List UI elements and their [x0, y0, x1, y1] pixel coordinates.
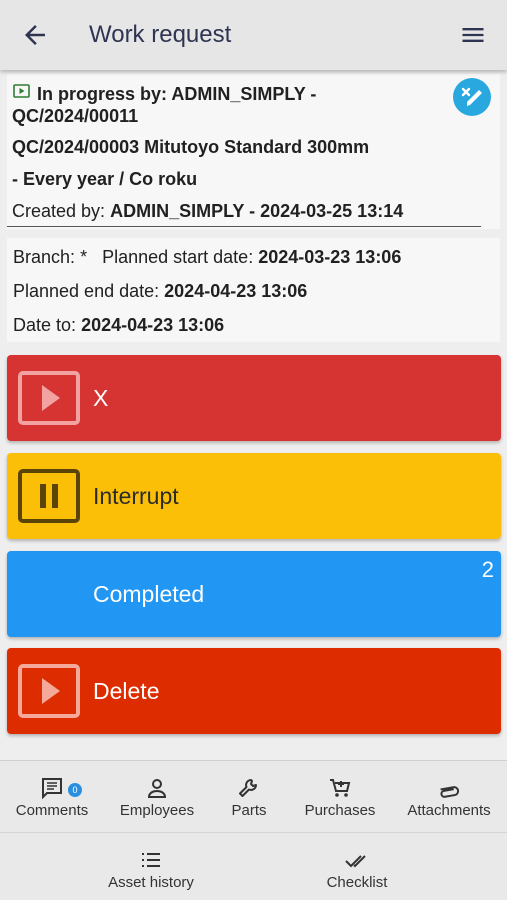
- card-divider: [7, 226, 481, 227]
- created-by-row: Created by: ADMIN_SIMPLY - 2024-03-25 13…: [12, 200, 403, 222]
- comment-icon: [42, 778, 62, 799]
- nav-checklist[interactable]: Checklist: [318, 849, 396, 891]
- page-title: Work request: [89, 21, 232, 48]
- planned-end-value: 2024-04-23 13:06: [164, 281, 308, 301]
- paperclip-icon: [440, 786, 460, 798]
- nav-purchases-label: Purchases: [304, 802, 376, 819]
- planned-start-label: Planned start date:: [102, 247, 254, 267]
- nav-parts-label: Parts: [231, 802, 267, 819]
- edit-status-badge[interactable]: [453, 78, 491, 116]
- nav-attachments-label: Attachments: [407, 802, 491, 819]
- play-icon: [18, 664, 80, 718]
- branch-label: Branch:: [13, 247, 76, 267]
- cart-icon: [330, 779, 351, 797]
- nav-employees[interactable]: Employees: [114, 777, 200, 819]
- pencil-cancel-icon: [461, 87, 482, 106]
- wrench-icon: [239, 779, 257, 797]
- completed-action-label: Completed: [93, 581, 205, 607]
- schedule-line: - Every year / Co roku: [12, 169, 198, 189]
- planned-start-value: 2024-03-23 13:06: [258, 247, 402, 267]
- branch-value: *: [80, 247, 88, 267]
- nav-comments-label: Comments: [15, 802, 89, 819]
- x-action-label: X: [93, 385, 109, 411]
- status-text: In progress by: ADMIN_SIMPLY -: [37, 84, 317, 104]
- planned-end-row: Planned end date: 2024-04-23 13:06: [13, 280, 307, 302]
- comments-count-badge: 0: [68, 783, 82, 797]
- app-bar: Work request: [0, 0, 507, 70]
- bottom-nav-row-2: Asset history Checklist: [0, 832, 507, 900]
- completed-count-badge: 2: [481, 557, 494, 582]
- branch-row: Branch: * Planned start date: 2024-03-23…: [13, 246, 401, 268]
- nav-asset-history-label: Asset history: [108, 874, 194, 891]
- request-id: QC/2024/00011: [12, 106, 139, 126]
- request-details-card: Branch: * Planned start date: 2024-03-23…: [7, 238, 500, 342]
- date-to-row: Date to: 2024-04-23 13:06: [13, 314, 224, 336]
- interrupt-action-button[interactable]: Interrupt: [7, 453, 501, 539]
- x-action-button[interactable]: X: [7, 355, 501, 441]
- delete-action-label: Delete: [93, 678, 160, 704]
- person-icon: [147, 779, 167, 798]
- pause-icon: [18, 469, 80, 523]
- interrupt-action-label: Interrupt: [93, 483, 179, 509]
- bottom-navigation: 0 Comments Employees Parts Purchases Att…: [0, 760, 507, 900]
- planned-end-label: Planned end date:: [13, 281, 160, 301]
- delete-action-button[interactable]: Delete: [7, 648, 501, 734]
- nav-purchases[interactable]: Purchases: [296, 777, 384, 819]
- back-arrow-icon[interactable]: [20, 20, 50, 50]
- double-check-icon: [345, 855, 366, 868]
- nav-attachments[interactable]: Attachments: [403, 777, 495, 819]
- list-icon: [142, 853, 160, 867]
- date-to-label: Date to:: [13, 315, 77, 335]
- nav-comments[interactable]: 0 Comments: [10, 777, 94, 819]
- asset-line: QC/2024/00003 Mitutoyo Standard 300mm: [12, 137, 370, 157]
- request-summary-card: In progress by: ADMIN_SIMPLY - QC/2024/0…: [7, 74, 500, 229]
- nav-parts[interactable]: Parts: [221, 777, 277, 819]
- created-by-label: Created by:: [12, 201, 106, 221]
- nav-asset-history[interactable]: Asset history: [100, 849, 202, 891]
- nav-checklist-label: Checklist: [326, 874, 388, 891]
- bottom-nav-row-1: 0 Comments Employees Parts Purchases Att…: [0, 761, 507, 831]
- completed-action-button[interactable]: Completed 2: [7, 551, 501, 637]
- in-progress-status-icon: [13, 84, 30, 98]
- date-to-value: 2024-04-23 13:06: [81, 315, 225, 335]
- nav-employees-label: Employees: [119, 802, 195, 819]
- play-icon: [18, 371, 80, 425]
- hamburger-menu-icon[interactable]: [458, 21, 488, 49]
- created-by-value: ADMIN_SIMPLY - 2024-03-25 13:14: [110, 201, 404, 221]
